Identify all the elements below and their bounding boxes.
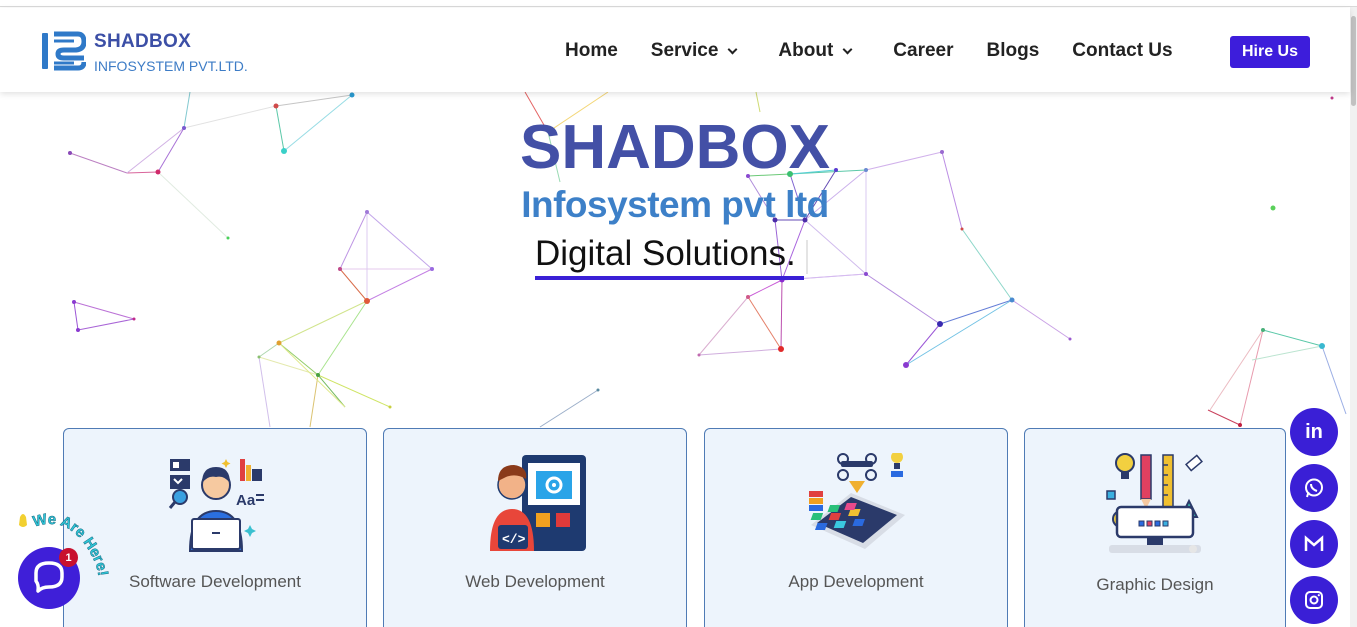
site-logo[interactable]: SHADBOX INFOSYSTEM PVT.LTD. (40, 30, 248, 74)
service-card-app[interactable]: App Development (704, 428, 1008, 627)
linkedin-button[interactable]: in (1290, 408, 1338, 456)
nav-career-label: Career (893, 40, 954, 61)
browser-top-strip (0, 0, 1357, 7)
page-scrollbar[interactable] (1350, 7, 1357, 627)
service-card-graphic[interactable]: Graphic Design (1024, 428, 1286, 627)
scrollbar-thumb[interactable] (1351, 16, 1356, 106)
page: SHADBOX INFOSYSTEM PVT.LTD. Home Service… (0, 0, 1357, 627)
linkedin-icon: in (1305, 420, 1323, 443)
gmail-button[interactable] (1290, 520, 1338, 568)
shadbox-logo-icon (42, 31, 86, 71)
whatsapp-button[interactable] (1290, 464, 1338, 512)
nav-blogs-label: Blogs (986, 40, 1040, 61)
hero-tagline: Digital Solutions. (535, 234, 796, 273)
nav-home[interactable]: Home (565, 40, 618, 62)
service-card-web[interactable]: </> Web Development (383, 428, 687, 627)
hire-us-button[interactable]: Hire Us (1230, 36, 1310, 68)
main-nav: Home Service About Career Blogs Contact … (565, 40, 1173, 62)
typing-caret (806, 240, 808, 274)
design-tools-icon (1106, 453, 1203, 553)
nav-about[interactable]: About (778, 40, 853, 62)
site-header: SHADBOX INFOSYSTEM PVT.LTD. Home Service… (0, 8, 1350, 92)
nav-about-label: About (778, 40, 834, 61)
logo-subtitle: INFOSYSTEM PVT.LTD. (94, 58, 248, 74)
nav-blogs[interactable]: Blogs (987, 40, 1040, 62)
chat-notification-badge: 1 (59, 548, 78, 567)
svg-text:</>: </> (502, 532, 526, 547)
instagram-button[interactable] (1290, 576, 1338, 624)
logo-title: SHADBOX (94, 31, 192, 52)
chevron-down-icon (727, 44, 738, 54)
svg-text:Aa: Aa (236, 492, 256, 509)
nav-service-label: Service (650, 40, 719, 61)
service-label-app: App Development (788, 572, 924, 591)
nav-contact-label: Contact Us (1072, 40, 1173, 61)
developer-laptop-icon: Aa (168, 459, 264, 552)
nav-service[interactable]: Service (650, 40, 738, 62)
nav-career[interactable]: Career (893, 40, 953, 62)
tagline-underline (535, 276, 804, 280)
chevron-down-icon (842, 44, 853, 54)
web-developer-icon: </> (490, 455, 586, 551)
service-label-graphic: Graphic Design (1096, 575, 1214, 594)
app-drone-phone-icon (809, 453, 905, 549)
gmail-icon (1304, 535, 1324, 551)
nav-contact-us[interactable]: Contact Us (1072, 40, 1172, 62)
instagram-icon (1305, 591, 1323, 609)
whatsapp-icon (1305, 478, 1323, 498)
service-label-web: Web Development (465, 572, 605, 591)
nav-home-label: Home (565, 40, 618, 61)
logo-text: SHADBOX INFOSYSTEM PVT.LTD. (94, 31, 248, 74)
hero-title: SHADBOX (519, 113, 831, 182)
hero-subtitle: Infosystem pvt ltd (521, 184, 829, 225)
